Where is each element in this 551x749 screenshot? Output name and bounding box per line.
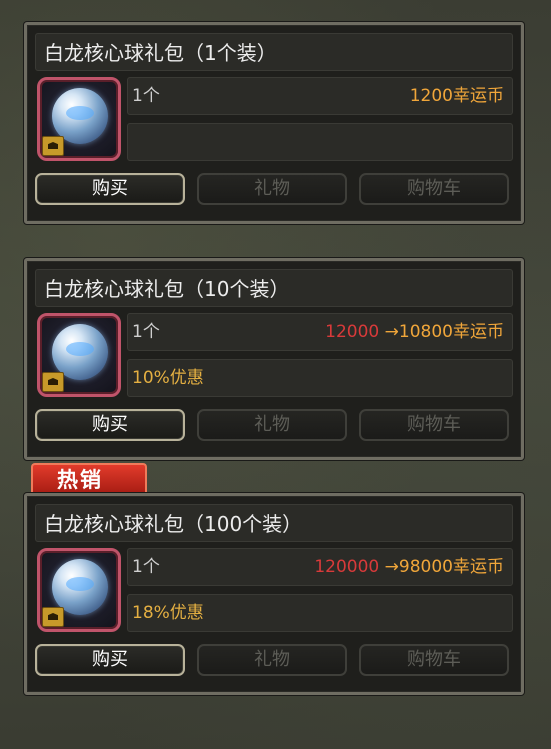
gift-button[interactable]: 礼物 [197,644,347,676]
item-thumbnail[interactable] [37,77,121,161]
buy-button[interactable]: 购买 [35,409,185,441]
treasure-chest-icon [42,607,64,627]
price-arrow: → [379,322,399,342]
quantity-price-row: 1个 12000 →10800幸运币 [127,313,513,351]
item-thumbnail[interactable] [37,548,121,632]
add-to-cart-button[interactable]: 购物车 [359,644,509,676]
package-title: 白龙核心球礼包（1个装） [35,33,513,71]
hot-sale-tag: 热销 [31,463,147,495]
treasure-chest-icon [42,372,64,392]
package-title: 白龙核心球礼包（10个装） [35,269,513,307]
gift-button[interactable]: 礼物 [197,409,347,441]
quantity-price-row: 1个 1200幸运币 [127,77,513,115]
price-label: 12000 →10800幸运币 [325,314,504,350]
price-arrow: → [379,557,399,577]
old-price: 12000 [325,322,380,342]
new-price: 98000幸运币 [398,557,504,577]
package-title: 白龙核心球礼包（100个装） [35,504,513,542]
old-price: 120000 [314,557,380,577]
quantity-label: 1个 [132,322,160,342]
gift-button[interactable]: 礼物 [197,173,347,205]
new-price: 1200幸运币 [409,86,504,106]
treasure-chest-icon [42,136,64,156]
quantity-price-row: 1个 120000 →98000幸运币 [127,548,513,586]
quantity-label: 1个 [132,86,160,106]
new-price: 10800幸运币 [398,322,504,342]
discount-row: 18%优惠 [127,594,513,632]
add-to-cart-button[interactable]: 购物车 [359,409,509,441]
buy-button[interactable]: 购买 [35,173,185,205]
package-card-2: 白龙核心球礼包（10个装） 1个 12000 →10800幸运币 10%优惠 购… [24,258,524,460]
price-label: 120000 →98000幸运币 [314,549,504,585]
discount-row [127,123,513,161]
price-label: 1200幸运币 [410,78,504,114]
add-to-cart-button[interactable]: 购物车 [359,173,509,205]
buy-button[interactable]: 购买 [35,644,185,676]
discount-row: 10%优惠 [127,359,513,397]
discount-label: 10%优惠 [132,368,204,388]
quantity-label: 1个 [132,557,160,577]
discount-label: 18%优惠 [132,603,204,623]
package-card-3: 白龙核心球礼包（100个装） 1个 120000 →98000幸运币 18%优惠… [24,493,524,695]
package-card-1: 白龙核心球礼包（1个装） 1个 1200幸运币 购买 礼物 购物车 [24,22,524,224]
item-thumbnail[interactable] [37,313,121,397]
